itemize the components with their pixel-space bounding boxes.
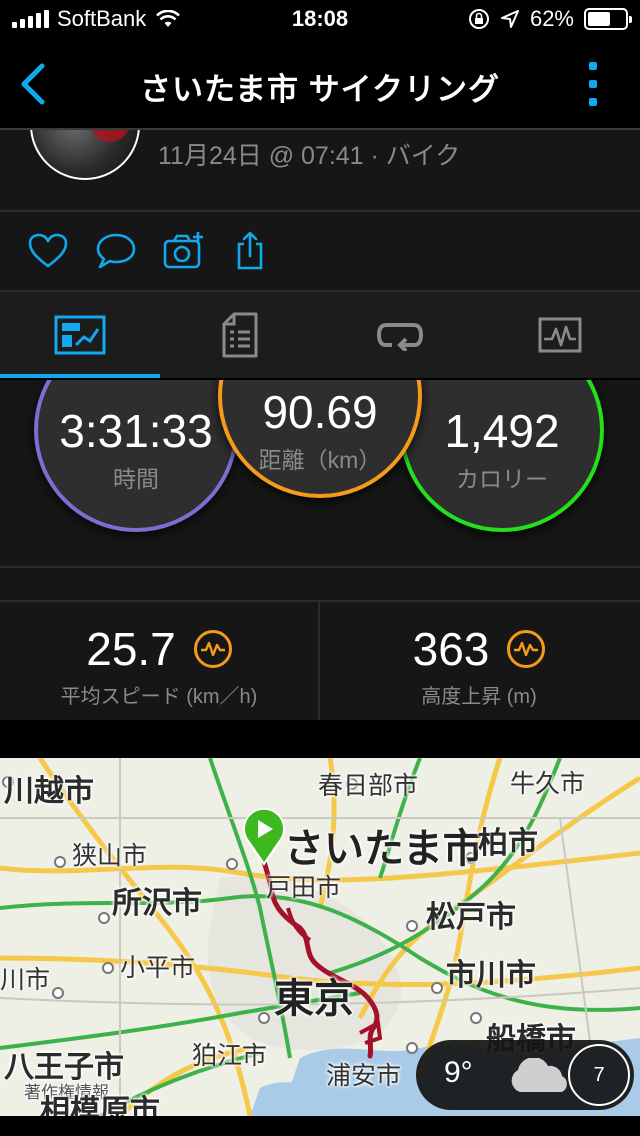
weather-badge: 9° 7 — [416, 1040, 634, 1110]
social-actions — [0, 212, 640, 290]
calories-label: カロリー — [456, 466, 548, 493]
comment-icon[interactable] — [94, 230, 138, 272]
map-label-kawaichi: 川市 — [0, 966, 51, 994]
more-dot — [589, 80, 597, 88]
tab-summary[interactable] — [0, 292, 160, 378]
back-button[interactable] — [14, 60, 54, 108]
map-label-kawagoe: 川越市 — [4, 775, 94, 808]
map-label-matsudo: 松戸市 — [426, 901, 516, 934]
battery-percent: 62% — [529, 6, 574, 31]
location-icon — [500, 10, 519, 28]
tab-bar — [0, 292, 640, 378]
spacer — [0, 568, 640, 600]
map-label-tokyo: 東京 — [274, 977, 354, 1021]
stats-row: 25.7 平均スピード (km／h) 363 高度上昇 (m) — [0, 602, 640, 720]
distance-label: 距離（km） — [258, 447, 382, 474]
map-label-ichikawa: 市川市 — [446, 959, 536, 992]
add-photo-icon[interactable] — [162, 230, 206, 272]
elevation-gain-stat[interactable]: 363 高度上昇 (m) — [320, 602, 638, 720]
avg-speed-value: 25.7 — [86, 623, 176, 675]
elevation-gain-label: 高度上昇 (m) — [421, 686, 537, 708]
distance-ring: 90.69 距離（km） — [218, 380, 422, 498]
map-label-toda: 戸田市 — [266, 874, 342, 902]
summary-rings: 3:31:33 時間 1,492 カロリー 90.69 距離（km） — [0, 380, 640, 566]
map-label-kasukabe: 春日部市 — [318, 772, 419, 800]
tab-laps[interactable] — [320, 292, 480, 378]
avg-speed-label: 平均スピード (km／h) — [60, 686, 258, 708]
map-label-sagamihara: 相模原市 — [40, 1095, 160, 1116]
time-label: 時間 — [113, 466, 159, 493]
page-title: さいたま市 サイクリング — [139, 72, 501, 107]
share-icon[interactable] — [228, 230, 272, 272]
time-value: 3:31:33 — [59, 404, 213, 457]
bottom-strip — [0, 1116, 640, 1136]
map-label-komae: 狛江市 — [192, 1042, 268, 1070]
more-options-button[interactable] — [586, 62, 600, 106]
activity-header: 11月24日 @ 07:41 · バイク — [0, 130, 640, 210]
status-bar: SoftBank 18:08 62% — [0, 0, 640, 40]
avg-speed-stat[interactable]: 25.7 平均スピード (km／h) — [0, 602, 318, 720]
map-label-saitama: さいたま市 — [284, 827, 483, 871]
battery-icon — [584, 8, 632, 30]
tab-chart[interactable] — [480, 292, 640, 378]
summary-icon — [54, 315, 106, 355]
calories-ring: 1,492 カロリー — [400, 380, 604, 532]
avatar[interactable] — [30, 130, 140, 180]
pulse-icon — [507, 630, 546, 668]
elevation-gain-value: 363 — [412, 623, 490, 675]
wind-indicator: 7 — [568, 1044, 630, 1106]
time-ring: 3:31:33 時間 — [34, 380, 238, 532]
calories-value: 1,492 — [444, 404, 560, 457]
map-label-ushiku: 牛久市 — [510, 770, 586, 798]
map-label-urayasu: 浦安市 — [326, 1062, 402, 1090]
map-label-kashiwa: 柏市 — [478, 827, 538, 860]
map-label-kodaira: 小平市 — [120, 954, 196, 982]
cloud-icon — [511, 1058, 567, 1092]
navigation-bar: さいたま市 サイクリング — [0, 40, 640, 128]
tab-details[interactable] — [160, 292, 320, 378]
weather-temperature: 9° — [444, 1056, 473, 1089]
start-marker-icon — [243, 808, 285, 866]
activity-meta: 11月24日 @ 07:41 · バイク — [158, 142, 461, 170]
more-dot — [589, 98, 597, 106]
chart-icon — [538, 317, 582, 353]
map-label-tokorozawa: 所沢市 — [112, 887, 202, 920]
map-label-sayama: 狭山市 — [72, 842, 148, 870]
details-icon — [222, 312, 258, 358]
more-dot — [589, 62, 597, 70]
spacer — [0, 720, 640, 758]
heart-icon[interactable] — [26, 230, 70, 272]
laps-icon — [376, 323, 424, 351]
wind-value: 7 — [593, 1063, 605, 1086]
pulse-icon — [193, 630, 232, 668]
active-tab-indicator — [0, 374, 160, 378]
rotation-lock-icon — [468, 9, 489, 29]
status-right: 62% — [468, 6, 632, 32]
distance-value: 90.69 — [262, 385, 378, 438]
